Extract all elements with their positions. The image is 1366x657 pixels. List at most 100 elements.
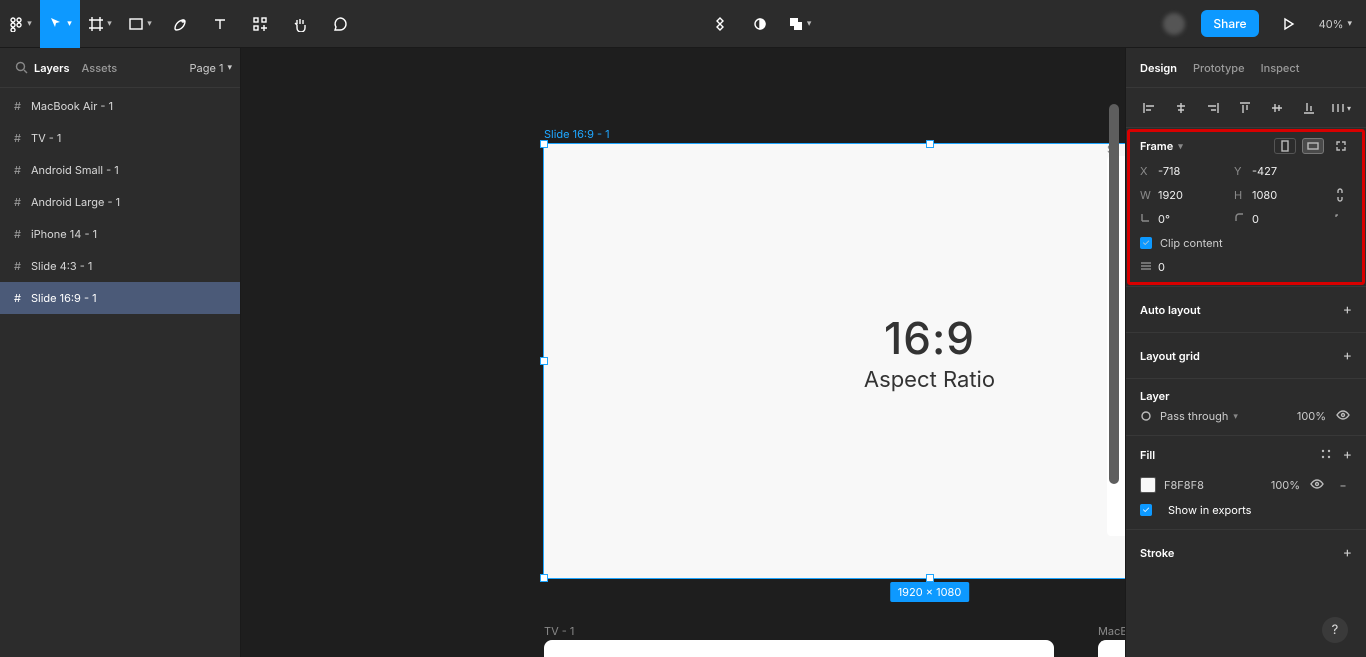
search-button[interactable] (8, 61, 34, 74)
selected-frame[interactable]: 16:9 Aspect Ratio 1920 × 1080 (544, 144, 1125, 578)
add-stroke-button[interactable]: + (1343, 544, 1352, 561)
layer-item[interactable]: #Slide 4:3 - 1 (0, 250, 240, 282)
align-left-button[interactable] (1134, 93, 1164, 123)
resize-to-fit-button[interactable] (1330, 138, 1352, 154)
resize-handle-bl[interactable] (540, 574, 548, 582)
align-vcenter-button[interactable] (1262, 93, 1292, 123)
orientation-portrait-button[interactable] (1274, 138, 1296, 154)
pen-icon (172, 16, 188, 32)
layer-opacity-field[interactable]: 100% (1297, 409, 1326, 423)
resources-icon (252, 16, 268, 32)
pen-tool-button[interactable] (160, 0, 200, 48)
scrollbar-thumb[interactable] (1109, 104, 1119, 484)
clip-content-toggle[interactable]: ✓ Clip content (1140, 236, 1352, 250)
components-button[interactable] (700, 0, 740, 48)
peek-frame-tv[interactable] (544, 640, 1054, 657)
layer-item[interactable]: #iPhone 14 - 1 (0, 218, 240, 250)
dimensions-badge: 1920 × 1080 (890, 582, 970, 602)
chevron-down-icon: ▾ (1178, 141, 1183, 152)
layer-item[interactable]: #Android Small - 1 (0, 154, 240, 186)
blend-icon (1140, 410, 1152, 422)
independent-corners-button[interactable] (1328, 213, 1352, 225)
layer-item-label: Android Large - 1 (31, 195, 120, 209)
frame-y-field[interactable]: Y-427 (1234, 164, 1324, 178)
frame-section-title[interactable]: Frame ▾ (1140, 139, 1183, 153)
frame-gap-field[interactable]: 0 (1140, 260, 1352, 274)
tab-prototype[interactable]: Prototype (1193, 61, 1245, 75)
avatar[interactable] (1163, 13, 1185, 35)
canvas[interactable]: Slide 16:9 - 1 16:9 Aspect Ratio 1920 × … (241, 48, 1125, 657)
peek-frame-macbook[interactable] (1098, 640, 1125, 657)
cursor-icon (48, 16, 64, 32)
mask-button[interactable] (740, 0, 780, 48)
eye-icon (1310, 479, 1324, 489)
chevron-down-icon: ▾ (1347, 18, 1352, 29)
text-tool-button[interactable] (200, 0, 240, 48)
distribute-button[interactable]: ▾ (1326, 93, 1356, 123)
tab-assets[interactable]: Assets (82, 61, 118, 75)
zoom-value: 40% (1319, 17, 1344, 31)
move-tool-button[interactable]: ▾ (40, 0, 80, 48)
auto-layout-section: Auto layout + (1126, 287, 1366, 333)
page-selector[interactable]: Page 1 ▾ (190, 61, 232, 75)
add-auto-layout-button[interactable]: + (1343, 301, 1352, 318)
comment-tool-button[interactable] (320, 0, 360, 48)
tab-layers[interactable]: Layers (34, 61, 70, 75)
share-button[interactable]: Share (1201, 10, 1258, 37)
resize-handle-mt[interactable] (926, 140, 934, 148)
layer-item[interactable]: #Android Large - 1 (0, 186, 240, 218)
toolbar-center-group: ▾ (700, 0, 820, 47)
frame-w-field[interactable]: W1920 (1140, 188, 1230, 202)
blend-mode-select[interactable]: Pass through ▾ (1160, 409, 1238, 423)
selected-frame-label[interactable]: Slide 16:9 - 1 (544, 127, 610, 141)
align-top-icon (1238, 101, 1252, 115)
layer-item-label: iPhone 14 - 1 (31, 227, 97, 241)
align-right-button[interactable] (1198, 93, 1228, 123)
align-bottom-button[interactable] (1294, 93, 1324, 123)
frame-rotation-field[interactable]: 0° (1140, 212, 1230, 226)
tab-inspect[interactable]: Inspect (1261, 61, 1300, 75)
align-hcenter-button[interactable] (1166, 93, 1196, 123)
frame-radius-field[interactable]: 0 (1234, 212, 1324, 226)
present-button[interactable] (1271, 0, 1305, 48)
layer-section-title: Layer (1140, 389, 1352, 403)
frame-tool-button[interactable]: ▾ (80, 0, 120, 48)
left-panel: Layers Assets Page 1 ▾ #MacBook Air - 1#… (0, 48, 241, 657)
tab-design[interactable]: Design (1140, 61, 1177, 75)
layer-item[interactable]: #TV - 1 (0, 122, 240, 154)
constrain-proportions-button[interactable] (1328, 188, 1352, 202)
resize-handle-ml[interactable] (540, 357, 548, 365)
layer-item-label: Android Small - 1 (31, 163, 119, 177)
vertical-scrollbar[interactable] (1109, 104, 1123, 584)
fill-visibility-toggle[interactable] (1308, 478, 1326, 492)
frame-icon: # (14, 259, 21, 273)
layer-item[interactable]: #Slide 16:9 - 1 (0, 282, 240, 314)
help-button[interactable]: ? (1322, 617, 1348, 643)
show-in-exports-toggle[interactable]: Show in exports (1168, 503, 1251, 517)
align-top-button[interactable] (1230, 93, 1260, 123)
layer-item[interactable]: #MacBook Air - 1 (0, 90, 240, 122)
resources-button[interactable] (240, 0, 280, 48)
remove-fill-button[interactable]: − (1334, 478, 1352, 492)
comment-icon (332, 16, 348, 32)
boolean-button[interactable]: ▾ (780, 0, 820, 48)
fill-swatch[interactable] (1140, 477, 1156, 493)
fill-styles-button[interactable] (1315, 446, 1337, 462)
zoom-select[interactable]: 40% ▾ (1305, 17, 1366, 31)
main-menu-button[interactable]: ▾ (0, 0, 40, 48)
frame-x-field[interactable]: X-718 (1140, 164, 1230, 178)
frame-icon: # (14, 291, 21, 305)
resize-handle-tl[interactable] (540, 140, 548, 148)
add-fill-button[interactable]: + (1343, 446, 1352, 463)
fill-opacity-field[interactable]: 100% (1271, 478, 1300, 492)
frame-h-field[interactable]: H1080 (1234, 188, 1324, 202)
orientation-landscape-button[interactable] (1302, 138, 1324, 154)
mask-icon (752, 16, 768, 32)
fill-hex-field[interactable]: F8F8F8 (1164, 478, 1204, 492)
resize-handle-mb[interactable] (926, 574, 934, 582)
shape-tool-button[interactable]: ▾ (120, 0, 160, 48)
peek-frame-label[interactable]: TV - 1 (544, 624, 574, 638)
hand-tool-button[interactable] (280, 0, 320, 48)
layer-visibility-toggle[interactable] (1334, 409, 1352, 423)
add-layout-grid-button[interactable]: + (1343, 347, 1352, 364)
